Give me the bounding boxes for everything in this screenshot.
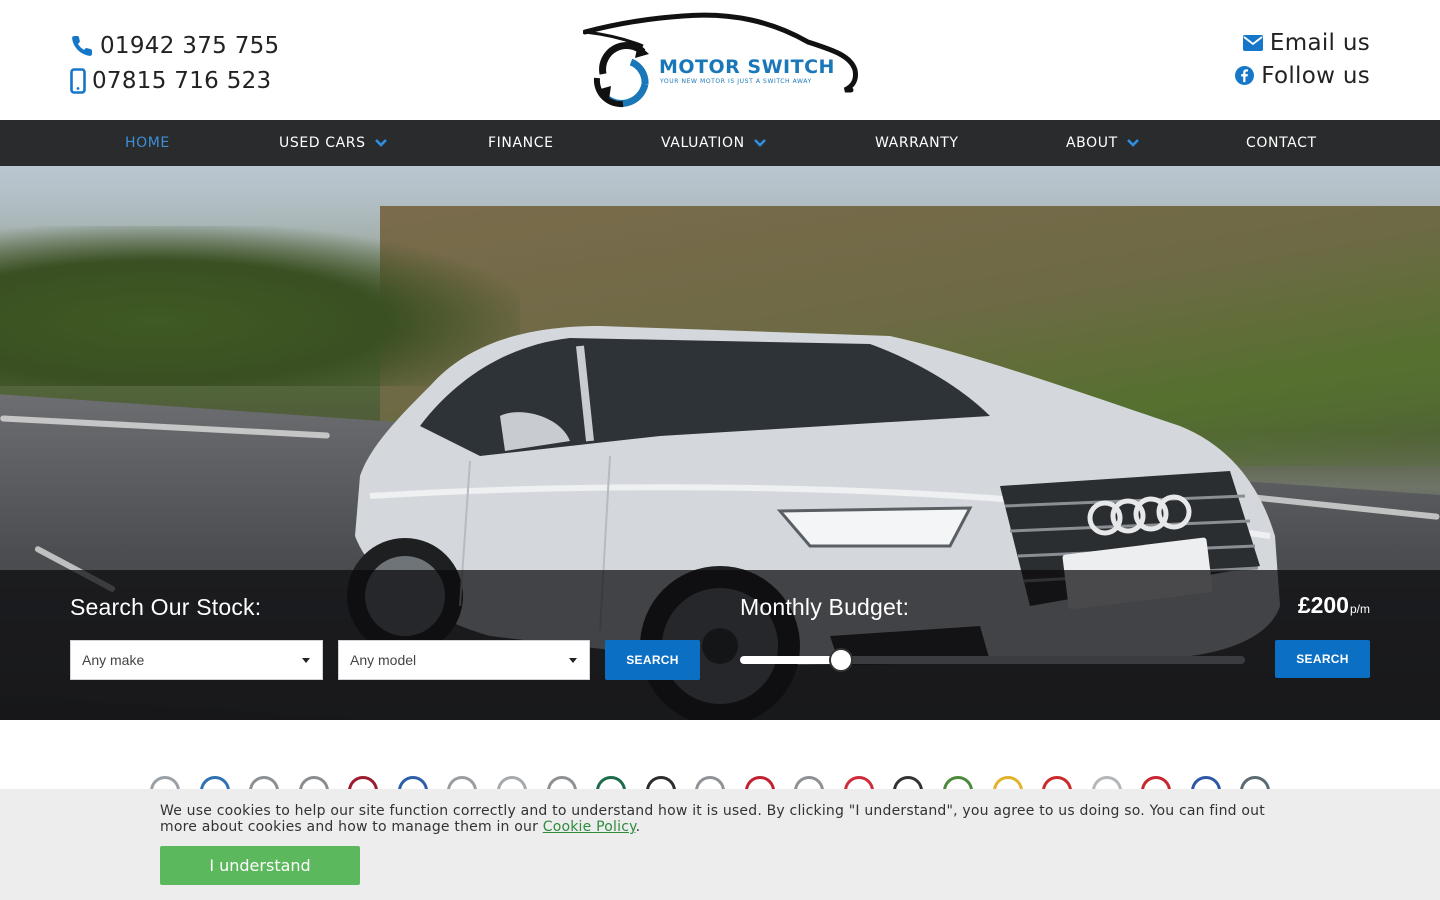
nav-label: CONTACT (1246, 135, 1317, 151)
cookie-banner: We use cookies to help our site function… (0, 789, 1440, 900)
site-logo[interactable]: MOTOR SWITCH YOUR NEW MOTOR IS JUST A SW… (583, 12, 858, 108)
phone-mobile-text: 07815 716 523 (92, 67, 272, 94)
nav-item-home[interactable]: HOME (125, 120, 170, 166)
nav-label: FINANCE (488, 135, 554, 151)
model-select-value: Any model (350, 652, 417, 668)
envelope-icon (1242, 34, 1263, 51)
email-link-text: Email us (1269, 29, 1370, 56)
nav-label: WARRANTY (875, 135, 959, 151)
facebook-link-text: Follow us (1261, 62, 1370, 89)
make-select[interactable]: Any make (70, 640, 323, 680)
hero-banner: Search Our Stock: Any make Any model SEA… (0, 166, 1440, 720)
nav-item-valuation[interactable]: VALUATION (661, 120, 766, 166)
stock-search-title: Search Our Stock: (70, 594, 262, 620)
budget-search-button[interactable]: SEARCH (1275, 640, 1370, 678)
budget-amount: £200 (1297, 592, 1349, 618)
site-header: 01942 375 755 07815 716 523 MOTOR SWITCH… (0, 0, 1440, 120)
chevron-down-icon (1126, 139, 1139, 147)
logo-tagline: YOUR NEW MOTOR IS JUST A SWITCH AWAY (660, 78, 812, 85)
budget-title: Monthly Budget: (740, 594, 910, 620)
nav-item-about[interactable]: ABOUT (1066, 120, 1139, 166)
email-link[interactable]: Email us (1235, 26, 1370, 59)
contact-links: Email us Follow us (1235, 26, 1370, 92)
budget-value: £200p/m (1298, 592, 1370, 619)
nav-label: VALUATION (661, 135, 745, 151)
cookie-policy-link[interactable]: Cookie Policy (543, 819, 636, 835)
phone-landline-text: 01942 375 755 (100, 32, 280, 59)
make-select-value: Any make (82, 652, 145, 668)
chevron-down-icon (374, 139, 387, 147)
chevron-down-icon (753, 139, 766, 147)
logo-name: MOTOR SWITCH (659, 56, 835, 78)
facebook-link[interactable]: Follow us (1235, 59, 1370, 92)
stock-search-button[interactable]: SEARCH (605, 640, 700, 680)
budget-slider-fill (740, 656, 841, 664)
contact-phones: 01942 375 755 07815 716 523 (70, 28, 280, 98)
mobile-phone-icon (70, 67, 86, 94)
caret-down-icon (569, 658, 577, 663)
nav-item-contact[interactable]: CONTACT (1246, 120, 1317, 166)
nav-item-finance[interactable]: FINANCE (488, 120, 554, 166)
caret-down-icon (302, 658, 310, 663)
cookie-text-end: . (635, 819, 641, 835)
nav-label: ABOUT (1066, 135, 1118, 151)
nav-item-used-cars[interactable]: USED CARS (279, 120, 387, 166)
phone-icon (72, 35, 93, 56)
budget-slider-thumb[interactable] (829, 648, 853, 672)
model-select[interactable]: Any model (338, 640, 590, 680)
budget-unit: p/m (1349, 602, 1370, 616)
cookie-message: We use cookies to help our site function… (160, 803, 1290, 835)
budget-slider[interactable] (740, 648, 1245, 672)
main-nav: HOME USED CARS FINANCE VALUATION WARRANT… (0, 120, 1440, 166)
nav-label: HOME (125, 135, 170, 151)
cookie-accept-button[interactable]: I understand (160, 846, 360, 885)
nav-item-warranty[interactable]: WARRANTY (875, 120, 959, 166)
facebook-icon (1235, 66, 1255, 85)
phone-mobile-link[interactable]: 07815 716 523 (70, 63, 280, 98)
cookie-text: We use cookies to help our site function… (160, 803, 1265, 835)
nav-label: USED CARS (279, 135, 366, 151)
phone-landline-link[interactable]: 01942 375 755 (70, 28, 280, 63)
stock-search-panel: Search Our Stock: Any make Any model SEA… (0, 570, 1440, 720)
